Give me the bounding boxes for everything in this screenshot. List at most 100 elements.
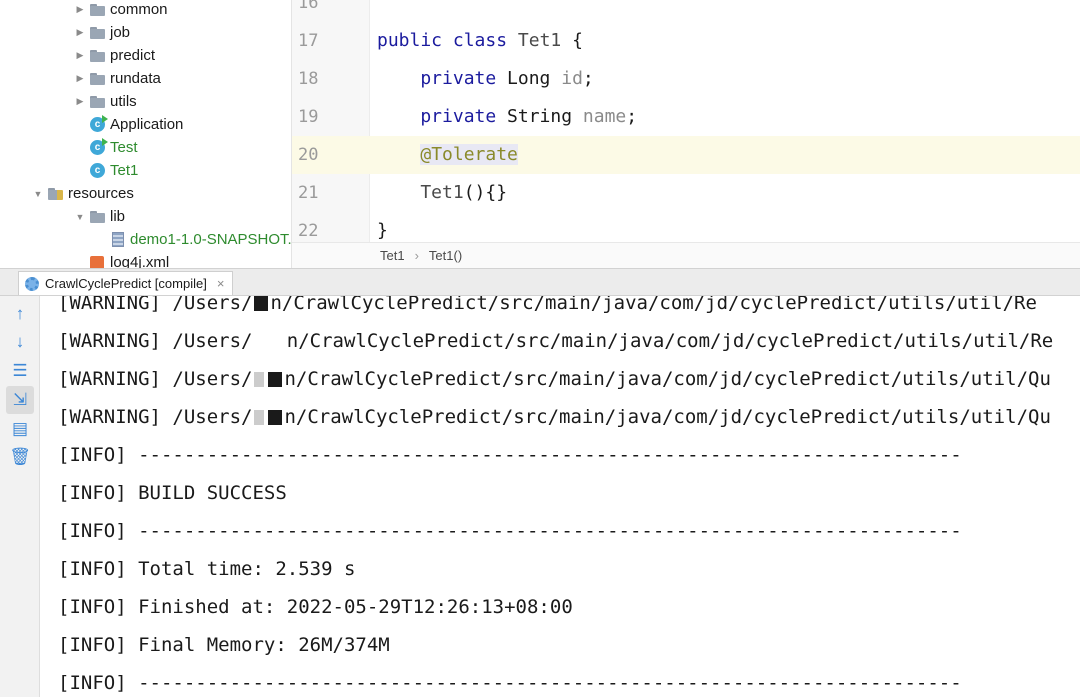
code-line[interactable]: 19 private String name; xyxy=(292,98,1080,136)
tree-item[interactable]: ▶ rundata xyxy=(74,67,161,90)
chevron-right-icon[interactable]: ▶ xyxy=(74,96,86,107)
tree-item-label: Tet1 xyxy=(110,162,139,179)
tree-item[interactable]: ▶ common xyxy=(74,0,168,21)
code-line[interactable]: 21 Tet1(){} xyxy=(292,174,1080,212)
line-number: 18 xyxy=(298,69,319,89)
chevron-right-icon[interactable]: ▶ xyxy=(74,27,86,38)
code-token: ; xyxy=(626,106,638,127)
code-line[interactable]: 17 public class Tet1 { xyxy=(292,22,1080,60)
line-number: 21 xyxy=(298,183,319,203)
chevron-right-icon[interactable]: ▶ xyxy=(74,73,86,84)
code-token: private xyxy=(377,68,508,89)
line-number: 17 xyxy=(298,31,319,51)
run-toolbar: ↑ ↓ ☰ ⇲ ▤ 🗑 xyxy=(0,296,40,697)
console-text: n/CrawlCyclePredict/src/main/java/com/jd… xyxy=(284,368,1051,390)
code-token: } xyxy=(377,220,388,241)
gear-icon xyxy=(25,276,39,291)
code-token: Long xyxy=(507,68,562,89)
folder-icon xyxy=(90,26,106,39)
chevron-down-icon[interactable]: ▼ xyxy=(74,212,86,222)
console-line: [INFO] Total time: 2.539 s xyxy=(58,550,355,588)
xml-file-icon xyxy=(90,255,104,268)
code-line[interactable]: 18 private Long id; xyxy=(292,60,1080,98)
soft-wrap-icon[interactable]: ☰ xyxy=(6,357,34,385)
folder-icon xyxy=(90,49,106,62)
console-line: [WARNING] /Users/n/CrawlCyclePredict/src… xyxy=(58,398,1051,436)
console-text: [INFO] ---------------------------------… xyxy=(58,520,962,542)
tree-item[interactable]: c Tet1 xyxy=(74,159,138,182)
trash-icon[interactable]: 🗑 xyxy=(6,443,34,471)
folder-icon xyxy=(90,3,106,16)
console-text: [WARNING] /Users/ xyxy=(58,330,253,352)
console-text: [INFO] BUILD SUCCESS xyxy=(58,482,287,504)
chevron-down-icon[interactable]: ▼ xyxy=(32,189,44,199)
up-arrow-icon[interactable]: ↑ xyxy=(6,300,34,328)
tree-item[interactable]: ▼ resources xyxy=(32,182,134,205)
tree-item[interactable]: c Test xyxy=(74,136,138,159)
console-text: [WARNING] /Users/ xyxy=(58,368,253,390)
code-text[interactable]: @Tolerate xyxy=(377,136,518,174)
code-token: (){} xyxy=(463,182,508,203)
chevron-right-icon[interactable]: ▶ xyxy=(74,4,86,15)
breadcrumb-method[interactable]: Tet1() xyxy=(429,248,462,263)
chevron-right-icon[interactable]: ▶ xyxy=(74,50,86,61)
folder-icon xyxy=(90,210,106,223)
code-text[interactable]: private Long id; xyxy=(377,60,594,98)
tree-item[interactable]: ▶ utils xyxy=(74,90,137,113)
down-arrow-icon[interactable]: ↓ xyxy=(6,328,34,356)
print-icon[interactable]: ▤ xyxy=(6,415,34,443)
project-tree[interactable]: ▶ common ▶ job ▶ predict ▶ rundata ▶ utils c Applic… xyxy=(0,0,291,268)
code-line[interactable]: 16 xyxy=(292,0,1080,22)
code-editor[interactable]: 16 17 public class Tet1 {18 private Long i… xyxy=(291,0,1080,268)
breadcrumb-class[interactable]: Tet1 xyxy=(380,248,405,263)
tree-item-label: job xyxy=(110,24,131,41)
console-text: [INFO] Total time: 2.539 s xyxy=(58,558,356,580)
console-output[interactable]: [WARNING] /Users/n/CrawlCyclePredict/src… xyxy=(40,296,1080,697)
tree-item-label: resources xyxy=(68,185,134,202)
scroll-to-end-icon[interactable]: ⇲ xyxy=(6,386,34,414)
tree-item[interactable]: log4j.xml xyxy=(74,251,169,268)
tree-item[interactable]: ▶ predict xyxy=(74,44,156,67)
console-line: [INFO] ---------------------------------… xyxy=(58,436,962,474)
close-icon[interactable]: × xyxy=(217,276,225,291)
console-line: [WARNING] /Users/n/CrawlCyclePredict/src… xyxy=(58,360,1051,398)
console-text: n/CrawlCyclePredict/src/main/java/com/jd… xyxy=(284,406,1051,428)
annotation-token: @Tolerate xyxy=(420,144,518,165)
redaction-block xyxy=(254,296,269,311)
code-token: ; xyxy=(582,68,594,89)
tree-item[interactable]: ▼ lib xyxy=(74,205,125,228)
code-token: public class xyxy=(377,30,518,51)
breadcrumb: Tet1 › Tet1() xyxy=(292,242,1080,268)
code-token: id xyxy=(561,68,583,89)
console-text: [INFO] Finished at: 2022-05-29T12:26:13+… xyxy=(58,596,573,618)
console-line: [WARNING] /Users/n/CrawlCyclePredict/src… xyxy=(58,296,1037,322)
code-text[interactable]: private String name; xyxy=(377,98,637,136)
console-line: [INFO] BUILD SUCCESS xyxy=(58,474,287,512)
run-tool-window-header: CrawlCyclePredict [compile] × xyxy=(0,268,1080,296)
console-text: [INFO] Final Memory: 26M/374M xyxy=(58,634,390,656)
console-line: [INFO] ---------------------------------… xyxy=(58,664,962,697)
console-text: [WARNING] /Users/ xyxy=(58,406,253,428)
redaction-block xyxy=(254,372,265,387)
tree-item-label: rundata xyxy=(110,70,161,87)
console-text: n/CrawlCyclePredict/src/main/java/com/jd… xyxy=(270,296,1037,314)
code-text[interactable]: public class Tet1 { xyxy=(377,22,583,60)
redaction-block xyxy=(268,410,283,425)
tree-item-label: Application xyxy=(110,116,184,133)
redaction-block xyxy=(268,372,283,387)
code-text[interactable]: Tet1(){} xyxy=(377,174,507,212)
breadcrumb-separator: › xyxy=(414,248,419,263)
code-line[interactable]: 20 @Tolerate xyxy=(292,136,1080,174)
tree-item[interactable]: demo1-1.0-SNAPSHOT.j xyxy=(96,228,291,251)
run-tab[interactable]: CrawlCyclePredict [compile] × xyxy=(18,271,234,295)
tree-item-label: lib xyxy=(110,208,126,225)
tree-item[interactable]: c Application xyxy=(74,113,183,136)
tree-item-label: common xyxy=(110,1,168,18)
tree-item[interactable]: ▶ job xyxy=(74,21,131,44)
code-token: private xyxy=(377,106,508,127)
code-token: String xyxy=(507,106,583,127)
code-token: Tet1 xyxy=(517,30,562,51)
console-line: [INFO] Finished at: 2022-05-29T12:26:13+… xyxy=(58,588,573,626)
redaction-block xyxy=(254,410,265,425)
